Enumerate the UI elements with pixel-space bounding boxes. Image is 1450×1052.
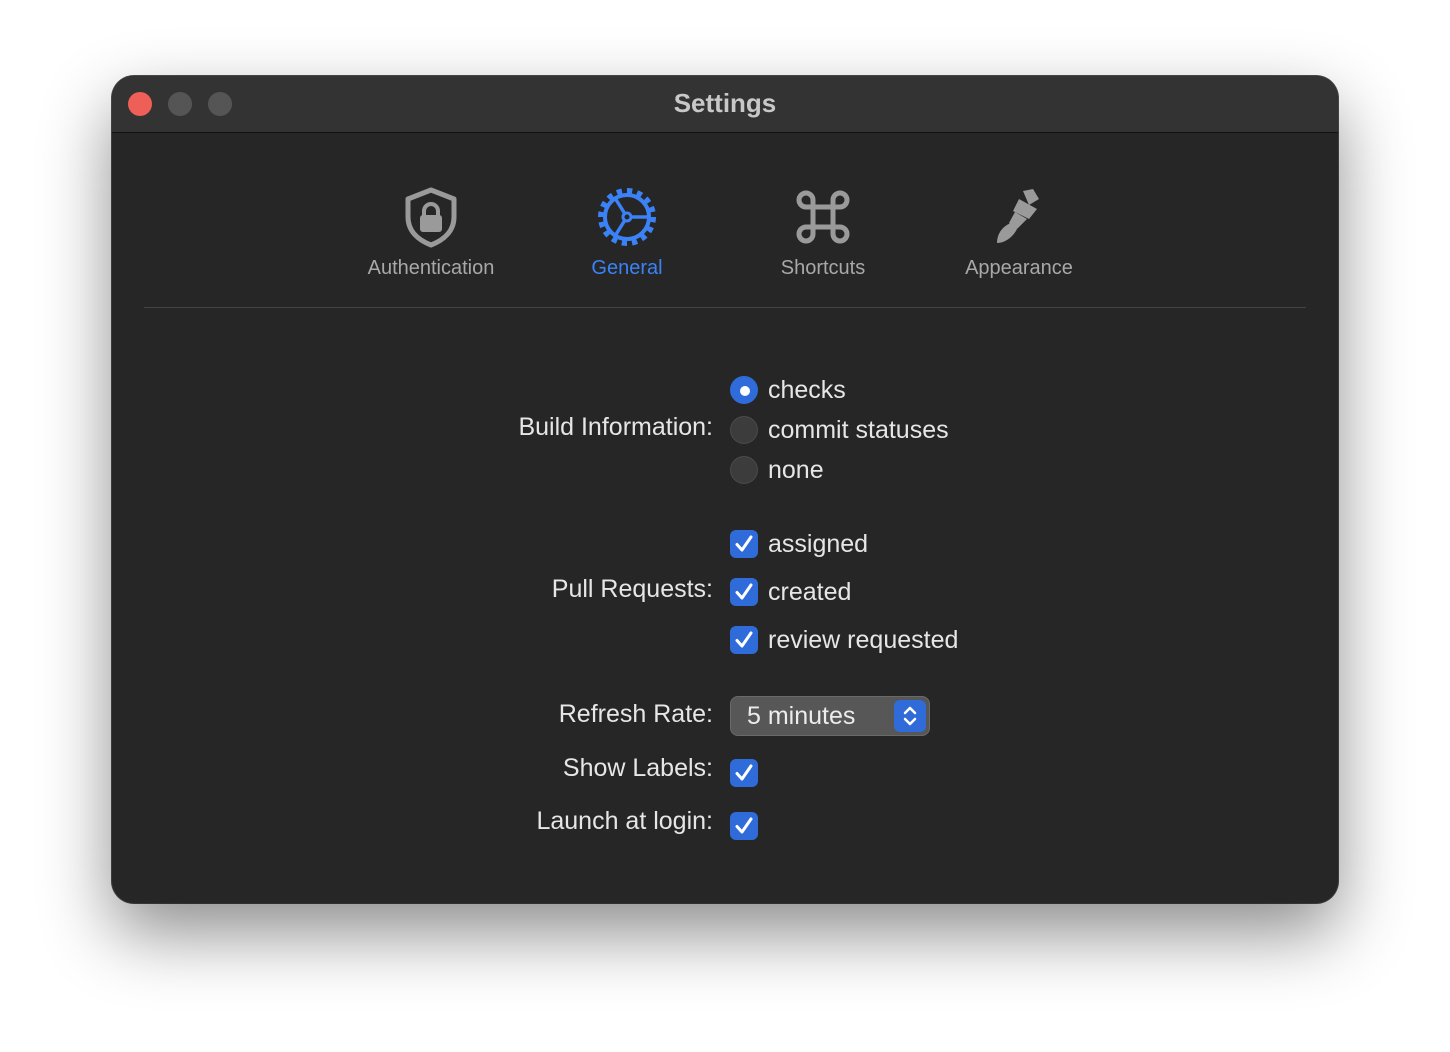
radio-commit-statuses-label: commit statuses [768, 415, 949, 444]
chevron-up-down-icon [903, 706, 917, 726]
checkmark-icon [735, 631, 753, 648]
show-labels-label: Show Labels: [562, 754, 713, 782]
checkbox[interactable] [730, 812, 758, 840]
radio-commit-statuses[interactable]: commit statuses [730, 413, 949, 447]
paintbrush-icon [997, 189, 1039, 243]
checkbox-show-labels[interactable] [730, 756, 758, 790]
title-bar: Settings [112, 76, 1338, 133]
checkbox-review-requested[interactable]: review requested [730, 623, 958, 657]
radio-checks-label: checks [768, 375, 846, 404]
tab-appearance-label: Appearance [965, 257, 1073, 279]
tab-general-label: General [591, 257, 663, 279]
checkbox[interactable] [730, 578, 758, 606]
radio-button[interactable] [730, 456, 758, 484]
radio-none-label: none [768, 455, 824, 484]
checkmark-icon [735, 535, 753, 552]
pull-requests-label: Pull Requests: [551, 575, 713, 603]
checkbox[interactable] [730, 626, 758, 654]
checkbox-created-label: created [768, 577, 852, 606]
radio-none[interactable]: none [730, 453, 824, 487]
refresh-rate-value: 5 minutes [747, 702, 856, 730]
checkmark-icon [735, 817, 753, 834]
checkbox-assigned[interactable]: assigned [730, 527, 868, 561]
command-icon [796, 190, 850, 244]
checkbox-review-requested-label: review requested [768, 625, 959, 654]
checkbox[interactable] [730, 759, 758, 787]
checkmark-icon [735, 583, 753, 600]
settings-window: Settings Authentication General Shortcut… [112, 76, 1338, 903]
tab-shortcuts-label: Shortcuts [780, 257, 866, 279]
gear-icon [598, 188, 656, 246]
launch-at-login-label: Launch at login: [536, 807, 713, 835]
refresh-rate-popup[interactable]: 5 minutes [730, 696, 930, 736]
popup-stepper[interactable] [894, 700, 926, 732]
toolbar-divider [144, 307, 1306, 308]
checkbox-created[interactable]: created [730, 575, 851, 609]
tab-shortcuts[interactable]: Shortcuts [723, 185, 923, 280]
checkbox[interactable] [730, 530, 758, 558]
radio-button[interactable] [730, 416, 758, 444]
tab-authentication-label: Authentication [367, 257, 495, 279]
tab-general[interactable]: General [527, 185, 727, 280]
checkmark-icon [735, 764, 753, 781]
checkbox-assigned-label: assigned [768, 529, 869, 558]
radio-checks[interactable]: checks [730, 373, 846, 407]
window-title: Settings [673, 88, 777, 118]
build-information-label: Build Information: [518, 413, 713, 441]
settings-toolbar: Authentication General Shortcuts Appeara… [112, 133, 1338, 308]
tab-appearance[interactable]: Appearance [919, 185, 1119, 280]
lock-shield-icon [405, 187, 457, 248]
radio-button[interactable] [730, 376, 758, 404]
checkbox-launch-at-login[interactable] [730, 809, 758, 843]
tab-authentication[interactable]: Authentication [331, 185, 531, 280]
refresh-rate-label: Refresh Rate: [558, 700, 713, 728]
